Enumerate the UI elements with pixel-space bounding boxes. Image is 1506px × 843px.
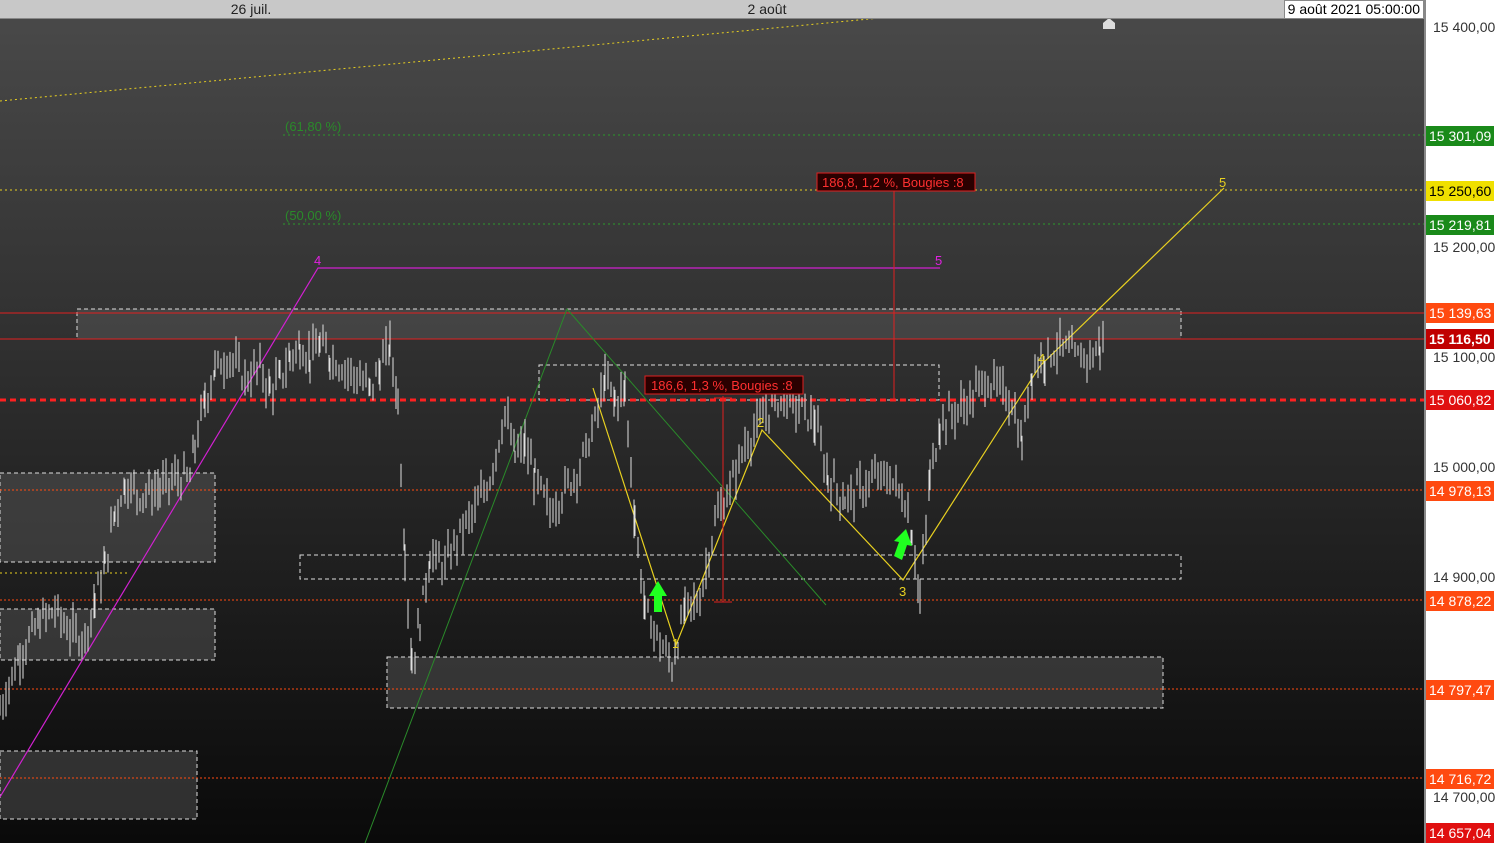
price-tag: 15 139,63: [1426, 303, 1495, 324]
fib-label-50: (50,00 %): [285, 208, 341, 223]
yellow-wave-label: 4: [1038, 351, 1045, 366]
yellow-wave-label: 5: [1219, 175, 1226, 190]
y-tick-label: 15 100,00: [1433, 349, 1496, 365]
yellow-wave-label: 2: [757, 415, 764, 430]
magenta-wave-label: 4: [314, 253, 321, 268]
measure-label: 186,6, 1,3 %, Bougies :8: [651, 378, 793, 393]
price-tag: 14 716,72: [1426, 768, 1495, 789]
zone-box[interactable]: [0, 750, 198, 820]
price-tag: 15 060,82: [1426, 390, 1495, 411]
price-tag: 14 657,04: [1426, 823, 1495, 843]
price-tag: 14 978,13: [1426, 481, 1495, 502]
fib-label-61: (61,80 %): [285, 119, 341, 134]
zone-box[interactable]: [386, 656, 1164, 709]
date-label: 26 juil.: [230, 1, 272, 17]
y-tick-label: 15 400,00: [1433, 19, 1496, 35]
price-tag: 14 797,47: [1426, 679, 1495, 700]
yellow-wave-label: 1: [672, 636, 679, 651]
price-tag: 15 219,81: [1426, 215, 1495, 236]
measure-label: 186,8, 1,2 %, Bougies :8: [822, 175, 964, 190]
y-tick-label: 14 900,00: [1433, 569, 1496, 585]
y-tick-label: 14 700,00: [1433, 789, 1496, 805]
time-axis[interactable]: 26 juil. 2 août: [0, 0, 1424, 19]
crosshair-date: 9 août 2021 05:00:00: [1283, 0, 1424, 19]
magenta-wave-label: 5: [935, 253, 942, 268]
y-tick-label: 15 200,00: [1433, 239, 1496, 255]
y-tick-label: 15 000,00: [1433, 459, 1496, 475]
price-tag: 14 878,22: [1426, 590, 1495, 611]
price-tag: 15 116,50: [1426, 328, 1494, 349]
price-tag: 15 250,60: [1426, 181, 1495, 202]
price-chart[interactable]: 186,8, 1,2 %, Bougies :8 186,6, 1,3 %, B…: [0, 0, 1424, 843]
chart-background: [0, 0, 1424, 843]
zone-box[interactable]: [0, 472, 216, 563]
date-label: 2 août: [747, 1, 787, 17]
yellow-wave-label: 3: [899, 584, 906, 599]
price-tag: 15 301,09: [1426, 125, 1495, 146]
